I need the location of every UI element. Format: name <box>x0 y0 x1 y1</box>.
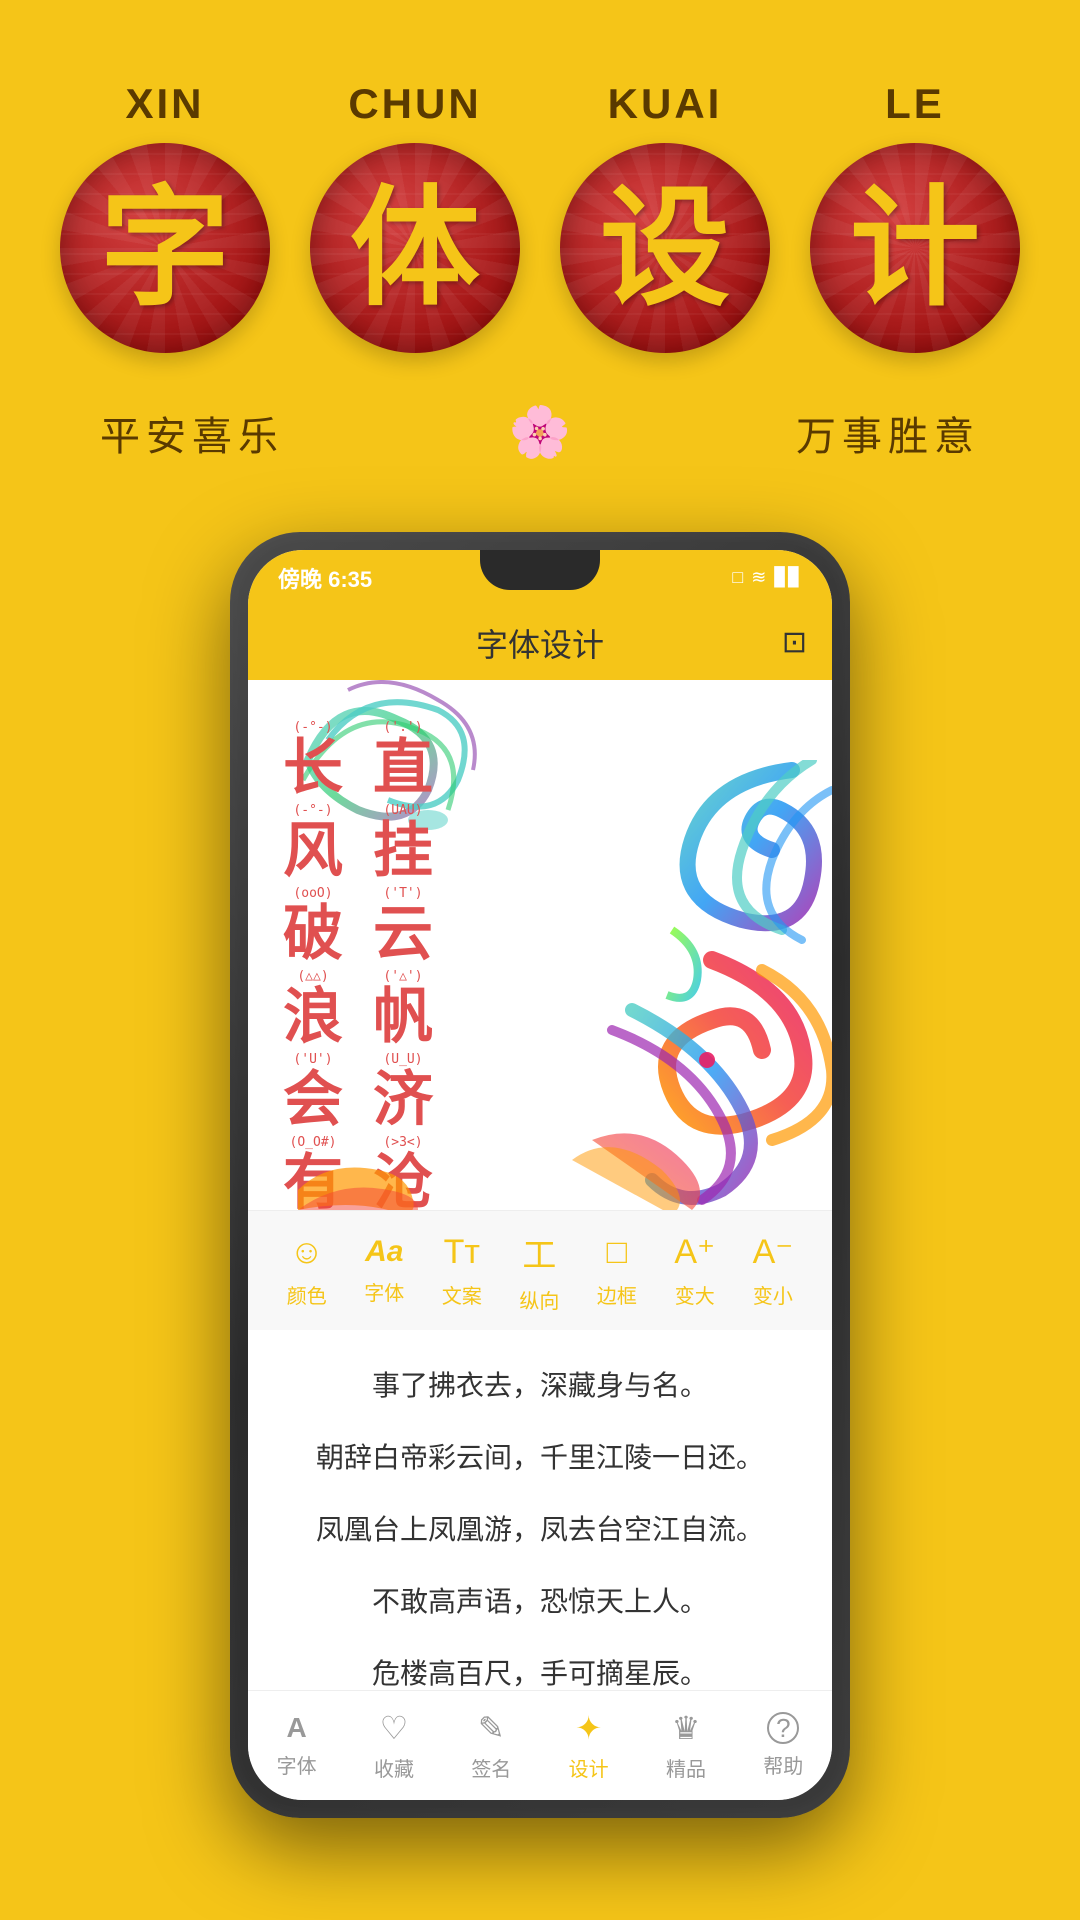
notch <box>480 550 600 590</box>
nav-font-label: 字体 <box>277 1750 317 1779</box>
tool-vertical[interactable]: 工 纵向 <box>519 1228 559 1314</box>
tool-border[interactable]: □ 边框 <box>597 1233 637 1309</box>
nav-design-label: 设计 <box>569 1753 609 1782</box>
color-label: 颜色 <box>287 1280 327 1309</box>
battery-icon: ▊▊ <box>774 567 802 588</box>
signal-icon: □ <box>732 567 743 588</box>
content-area[interactable]: (-°-) 长 (-°-) 风 (ooO) 破 <box>248 680 832 1210</box>
tool-text[interactable]: Tт 文案 <box>442 1233 482 1309</box>
char-ji: 计 <box>850 183 980 313</box>
app-title: 字体设计 <box>476 620 604 666</box>
color-icon: ☺ <box>289 1233 324 1272</box>
lotus-icon: 🌸 <box>509 403 571 462</box>
char-she: 设 <box>600 183 730 313</box>
font-icon: Aa <box>365 1235 403 1269</box>
poetry-item-4: 危楼高百尺，手可摘星辰。 <box>288 1638 792 1690</box>
pinyin-kuai: KUAI <box>608 80 723 128</box>
subtitle-row: 平安喜乐 🌸 万事胜意 <box>40 403 1040 462</box>
bottom-nav: A 字体 ♡ 收藏 ✎ 签名 ✦ 设计 ♛ 精品 <box>248 1690 832 1800</box>
subtitle-left: 平安喜乐 <box>100 404 284 462</box>
colorful-illustration <box>512 760 832 1210</box>
nav-collect-icon: ♡ <box>380 1709 409 1747</box>
enlarge-label: 变大 <box>675 1280 715 1309</box>
shrink-label: 变小 <box>753 1280 793 1309</box>
nav-font[interactable]: A 字体 <box>277 1712 317 1779</box>
top-section: XIN 字 CHUN 体 KUAI 设 LE 计 平安喜乐 <box>0 0 1080 502</box>
shrink-icon: A⁻ <box>753 1232 794 1272</box>
orange-accent <box>298 1110 418 1210</box>
char-zi: 字 <box>100 183 230 313</box>
circle-she: 设 <box>560 143 770 353</box>
phone-section: 傍晚 6:35 □ ≋ ▊▊ 字体设计 ⊡ <box>0 532 1080 1818</box>
char-group-chun: CHUN 体 <box>310 80 520 353</box>
nav-premium-icon: ♛ <box>672 1709 701 1747</box>
pinyin-le: LE <box>885 80 945 128</box>
nav-design[interactable]: ✦ 设计 <box>569 1709 609 1782</box>
pinyin-xin: XIN <box>125 80 204 128</box>
enlarge-icon: A⁺ <box>674 1232 715 1272</box>
status-bar: 傍晚 6:35 □ ≋ ▊▊ <box>248 550 832 605</box>
vertical-icon: 工 <box>522 1228 556 1277</box>
nav-collect-label: 收藏 <box>374 1753 414 1782</box>
font-label: 字体 <box>364 1277 404 1306</box>
char-group-xin: XIN 字 <box>60 80 270 353</box>
nav-help-label: 帮助 <box>763 1750 803 1779</box>
nav-sign-label: 签名 <box>471 1753 511 1782</box>
poetry-item-3: 不敢高声语，恐惊天上人。 <box>288 1566 792 1638</box>
border-icon: □ <box>607 1233 628 1272</box>
nav-font-icon: A <box>287 1712 307 1744</box>
pinyin-row: XIN 字 CHUN 体 KUAI 设 LE 计 <box>40 80 1040 353</box>
circle-zi: 字 <box>60 143 270 353</box>
tool-color[interactable]: ☺ 颜色 <box>287 1233 327 1309</box>
nav-help-icon: ? <box>767 1712 799 1744</box>
border-label: 边框 <box>597 1280 637 1309</box>
pinyin-chun: CHUN <box>348 80 481 128</box>
wifi-icon: ≋ <box>751 567 766 588</box>
char-group-kuai: KUAI 设 <box>560 80 770 353</box>
text-icon: Tт <box>444 1233 480 1272</box>
status-icons: □ ≋ ▊▊ <box>732 567 802 588</box>
nav-design-icon: ✦ <box>575 1709 602 1747</box>
nav-premium[interactable]: ♛ 精品 <box>666 1709 706 1782</box>
toolbar: ☺ 颜色 Aa 字体 Tт 文案 工 纵向 □ 边框 <box>248 1210 832 1330</box>
char-group-le: LE 计 <box>810 80 1020 353</box>
vertical-label: 纵向 <box>519 1285 559 1314</box>
poetry-item-2: 凤凰台上凤凰游，凤去台空江自流。 <box>288 1494 792 1566</box>
char-ti: 体 <box>350 183 480 313</box>
text-label: 文案 <box>442 1280 482 1309</box>
nav-premium-label: 精品 <box>666 1753 706 1782</box>
tool-font[interactable]: Aa 字体 <box>364 1235 404 1306</box>
tool-shrink[interactable]: A⁻ 变小 <box>753 1232 794 1309</box>
circle-ti: 体 <box>310 143 520 353</box>
nav-help[interactable]: ? 帮助 <box>763 1712 803 1779</box>
poetry-item-1: 朝辞白帝彩云间，千里江陵一日还。 <box>288 1422 792 1494</box>
phone-mockup: 傍晚 6:35 □ ≋ ▊▊ 字体设计 ⊡ <box>230 532 850 1818</box>
tool-enlarge[interactable]: A⁺ 变大 <box>674 1232 715 1309</box>
nav-sign[interactable]: ✎ 签名 <box>471 1709 511 1782</box>
nav-collect[interactable]: ♡ 收藏 <box>374 1709 414 1782</box>
poetry-item-0: 事了拂衣去，深藏身与名。 <box>288 1350 792 1422</box>
text-list: 事了拂衣去，深藏身与名。 朝辞白帝彩云间，千里江陵一日还。 凤凰台上凤凰游，凤去… <box>248 1330 832 1690</box>
status-time: 傍晚 6:35 <box>278 562 372 594</box>
nav-sign-icon: ✎ <box>478 1709 505 1747</box>
share-icon[interactable]: ⊡ <box>782 625 807 660</box>
subtitle-right: 万事胜意 <box>796 404 980 462</box>
app-header: 字体设计 ⊡ <box>248 605 832 680</box>
phone-screen: 傍晚 6:35 □ ≋ ▊▊ 字体设计 ⊡ <box>248 550 832 1800</box>
circle-ji: 计 <box>810 143 1020 353</box>
